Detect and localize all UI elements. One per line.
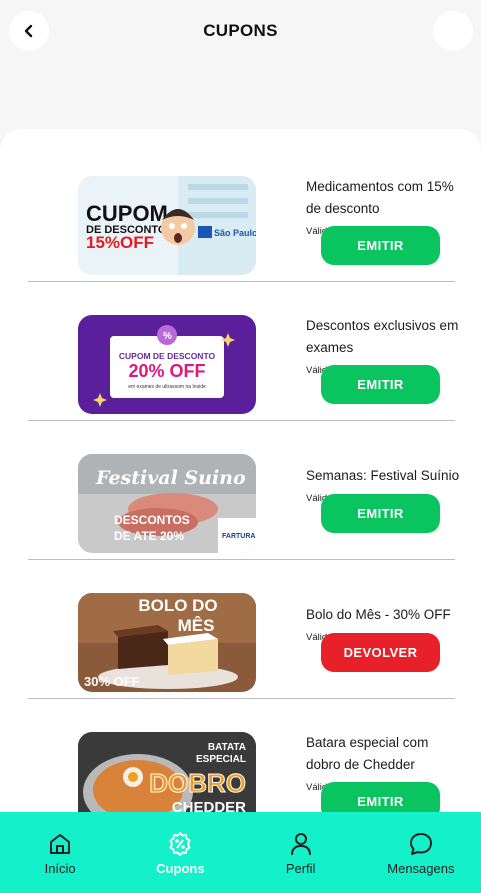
- emit-button[interactable]: EMITIR: [321, 226, 440, 265]
- page-title: CUPONS: [203, 21, 278, 40]
- nav-perfil[interactable]: Perfil: [241, 812, 361, 893]
- coupon-title: Descontos exclusivos em exames: [306, 318, 459, 355]
- emit-button[interactable]: EMITIR: [321, 365, 440, 404]
- coupon-image: % CUPOM DE DESCONTO 20% OFF em exames de…: [78, 315, 256, 414]
- svg-text:20% OFF: 20% OFF: [128, 361, 205, 381]
- svg-text:%: %: [163, 331, 172, 342]
- svg-text:DE ATE 20%: DE ATE 20%: [114, 529, 184, 543]
- coupon-item: BOLO DO MÊS 30% OFF Bolo do Mês - 30% OF…: [28, 560, 455, 699]
- nav-label: Cupons: [156, 861, 205, 876]
- svg-text:DOBRO: DOBRO: [149, 768, 246, 798]
- coupon-title: Bolo do Mês - 30% OFF: [306, 607, 451, 622]
- svg-text:FARTURA: FARTURA: [222, 533, 255, 540]
- header: CUPONS: [0, 0, 481, 130]
- svg-text:ESPECIAL: ESPECIAL: [196, 754, 246, 765]
- coupon-image: BOLO DO MÊS 30% OFF: [78, 593, 256, 692]
- svg-text:DESCONTOS: DESCONTOS: [114, 513, 190, 527]
- coupon-item: % CUPOM DE DESCONTO 20% OFF em exames de…: [28, 282, 458, 421]
- svg-text:BATATA: BATATA: [208, 742, 246, 753]
- nav-mensagens[interactable]: Mensagens: [361, 812, 481, 893]
- nav-label: Mensagens: [387, 861, 455, 876]
- return-button[interactable]: DEVOLVER: [321, 633, 440, 672]
- coupon-image: Festival Suino DESCONTOS DE ATE 20% FART…: [78, 454, 256, 553]
- svg-text:30% OFF: 30% OFF: [84, 674, 140, 689]
- svg-text:em exames de ultrassom na Insi: em exames de ultrassom na Inside: [128, 384, 206, 390]
- nav-cupons[interactable]: Cupons: [120, 812, 240, 893]
- svg-text:MÊS: MÊS: [178, 616, 215, 635]
- nav-inicio[interactable]: Início: [0, 812, 120, 893]
- nav-label: Perfil: [285, 861, 316, 876]
- coupon-image: CUPOM DE DESCONTO 15%OFF São Paulo: [78, 176, 256, 275]
- coupon-title: Semanas: Festival Suínio: [306, 468, 460, 483]
- emit-button[interactable]: EMITIR: [321, 494, 440, 533]
- coupon-item: Festival Suino DESCONTOS DE ATE 20% FART…: [28, 421, 459, 560]
- svg-text:BOLO DO: BOLO DO: [138, 596, 217, 615]
- user-icon: [290, 833, 311, 856]
- bottom-nav: Início Cupons Perfil Mensagens: [0, 812, 481, 893]
- svg-text:CUPOM: CUPOM: [86, 201, 168, 226]
- coupon-icon: [169, 832, 191, 856]
- coupon-item: CUPOM DE DESCONTO 15%OFF São Paulo Medic…: [28, 143, 455, 282]
- chat-icon: [409, 833, 432, 855]
- coupon-title: Batara especial com dobro de Chedder: [306, 735, 429, 772]
- nav-label: Início: [44, 861, 76, 876]
- coupon-item: BATATA ESPECIAL DOBRO CHEDDER Batara esp…: [28, 699, 455, 829]
- home-icon: [50, 834, 71, 854]
- header-action-button[interactable]: [433, 11, 473, 51]
- svg-text:15%OFF: 15%OFF: [86, 233, 154, 252]
- coupon-title: Medicamentos com 15% de desconto: [306, 179, 454, 216]
- svg-text:São Paulo: São Paulo: [214, 228, 256, 238]
- svg-text:CUPOM DE DESCONTO: CUPOM DE DESCONTO: [119, 351, 216, 361]
- svg-text:Festival Suino: Festival Suino: [95, 467, 246, 489]
- coupon-list[interactable]: CUPOM DE DESCONTO 15%OFF São Paulo Medic…: [0, 129, 481, 829]
